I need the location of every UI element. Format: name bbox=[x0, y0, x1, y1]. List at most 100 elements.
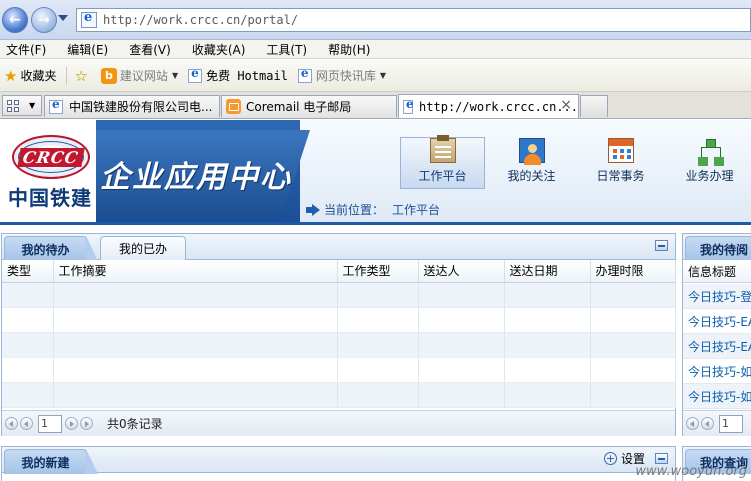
table-row bbox=[2, 282, 676, 308]
menu-view[interactable]: 查看(V) bbox=[129, 41, 171, 58]
web-slice-gallery-link[interactable]: 网页快讯库 ▼ bbox=[297, 66, 387, 84]
close-tab-icon[interactable]: × bbox=[560, 97, 572, 113]
ie-page-icon bbox=[81, 10, 97, 28]
menu-edit[interactable]: 编辑(E) bbox=[67, 41, 108, 58]
arrow-right-icon bbox=[306, 203, 320, 216]
tab-title: Coremail 电子邮局 bbox=[246, 100, 352, 114]
nav-label: 业务办理 bbox=[685, 169, 734, 183]
table-header-row: 类型 工作摘要 工作类型 送达人 送达日期 办理时限 bbox=[2, 260, 676, 283]
list-item[interactable]: 今日技巧-如 bbox=[683, 359, 751, 384]
add-circle-icon: + bbox=[604, 452, 617, 465]
tab-title: 中国铁建股份有限公司电... bbox=[69, 100, 213, 114]
column-header[interactable]: 工作摘要 bbox=[53, 260, 338, 283]
nav-label: 日常事务 bbox=[596, 169, 645, 183]
nav-daily-affairs[interactable]: 日常事务 bbox=[578, 137, 663, 189]
quick-tabs-grid-icon bbox=[7, 99, 19, 112]
history-dropdown-icon[interactable] bbox=[58, 15, 68, 21]
collapse-panel-icon[interactable] bbox=[655, 240, 668, 251]
menu-help[interactable]: 帮助(H) bbox=[328, 41, 370, 58]
my-new-panel-tabs: 我的新建 + 设置 bbox=[2, 447, 675, 474]
table-row bbox=[2, 307, 676, 333]
record-count: 共0条记录 bbox=[107, 417, 163, 431]
back-button[interactable]: ← bbox=[2, 7, 28, 33]
column-header[interactable]: 送达人 bbox=[418, 260, 505, 283]
menu-favorites[interactable]: 收藏夹(A) bbox=[192, 41, 246, 58]
address-input[interactable]: http://work.crcc.cn/portal/ bbox=[76, 8, 751, 32]
hotmail-link[interactable]: 免费 Hotmail bbox=[188, 66, 288, 84]
suggested-sites-link[interactable]: b 建议网站 ▼ bbox=[100, 67, 178, 84]
new-tab-button[interactable] bbox=[580, 95, 608, 117]
to-read-panel-tabs: 我的待阅 bbox=[683, 234, 751, 261]
web-slice-label: 网页快讯库 bbox=[315, 69, 376, 83]
focus-person-icon bbox=[518, 138, 545, 165]
first-page-icon[interactable] bbox=[686, 417, 699, 430]
column-header[interactable]: 送达日期 bbox=[504, 260, 591, 283]
tab-label: 我的待办 bbox=[21, 242, 70, 257]
ie-page-icon bbox=[403, 97, 414, 114]
nav-workbench[interactable]: 工作平台 bbox=[400, 135, 485, 189]
hotmail-label: 免费 Hotmail bbox=[206, 69, 288, 83]
address-text[interactable]: http://work.crcc.cn/portal/ bbox=[103, 13, 298, 27]
watermark: www.wooyun.org bbox=[635, 464, 747, 479]
tab-work-portal[interactable]: http://work.crcc.cn... × bbox=[398, 94, 579, 118]
to-read-panel: 我的待阅 信息标题 今日技巧-登 今日技巧-EA 今日技巧-EA 今日技巧-如 … bbox=[682, 233, 751, 436]
todo-panel: 我的待办 我的已办 类型 工作摘要 工作类型 送达人 送达日期 办理时限 1 共… bbox=[1, 233, 676, 436]
list-item[interactable]: 今日技巧-登 bbox=[683, 284, 751, 309]
tab-my-done[interactable]: 我的已办 bbox=[100, 236, 186, 260]
table-row bbox=[2, 357, 676, 383]
first-page-icon[interactable] bbox=[5, 417, 18, 430]
ie-page-icon bbox=[297, 66, 312, 83]
list-item[interactable]: 今日技巧-如 bbox=[683, 384, 751, 409]
column-header[interactable]: 办理时限 bbox=[590, 260, 676, 283]
ie-page-icon bbox=[49, 97, 63, 114]
page-number-input[interactable]: 1 bbox=[719, 414, 743, 433]
favorites-label: 收藏夹 bbox=[20, 69, 57, 83]
menu-file[interactable]: 文件(F) bbox=[6, 41, 46, 58]
prev-page-icon[interactable] bbox=[20, 417, 33, 430]
page-number-input[interactable]: 1 bbox=[38, 414, 62, 433]
site-title: 企业应用中心 bbox=[100, 160, 292, 195]
chevron-down-icon: ▼ bbox=[379, 71, 387, 80]
breadcrumb: 当前位置： 工作平台 bbox=[306, 201, 440, 218]
table-row bbox=[2, 382, 676, 408]
column-header[interactable]: 信息标题 bbox=[683, 260, 751, 283]
chevron-down-icon: ▼ bbox=[29, 101, 36, 110]
prev-page-icon[interactable] bbox=[701, 417, 714, 430]
forward-button[interactable]: → bbox=[31, 7, 57, 33]
logo-text: CRCC bbox=[17, 147, 85, 167]
app-header: CRCC 中国铁建 企业应用中心 工作平台 我的关注 日常事务 业务办理 当前位… bbox=[0, 120, 751, 223]
tab-my-new[interactable]: 我的新建 bbox=[4, 449, 98, 474]
header-divider bbox=[0, 222, 751, 225]
todo-pager: 1 共0条记录 bbox=[2, 410, 675, 436]
list-item[interactable]: 今日技巧-EA bbox=[683, 309, 751, 334]
favorites-button[interactable]: ★ 收藏夹 bbox=[4, 67, 56, 85]
next-page-icon[interactable] bbox=[65, 417, 78, 430]
quick-tabs-button[interactable]: ▼ bbox=[2, 95, 42, 116]
add-to-favorites-icon: ☆ bbox=[74, 66, 88, 85]
tab-coremail[interactable]: Coremail 电子邮局 bbox=[221, 95, 397, 117]
nav-my-focus[interactable]: 我的关注 bbox=[489, 137, 574, 189]
forward-arrow-icon: → bbox=[38, 12, 50, 28]
last-page-icon[interactable] bbox=[80, 417, 93, 430]
nav-business[interactable]: 业务办理 bbox=[667, 137, 751, 189]
menu-tools[interactable]: 工具(T) bbox=[266, 41, 307, 58]
add-favorites-button[interactable]: ☆ bbox=[74, 67, 90, 85]
favorites-star-icon: ★ bbox=[4, 66, 18, 85]
calendar-icon bbox=[607, 138, 634, 163]
tab-my-todo[interactable]: 我的待办 bbox=[4, 236, 98, 261]
tab-my-to-read[interactable]: 我的待阅 bbox=[685, 236, 751, 261]
to-read-list: 今日技巧-登 今日技巧-EA 今日技巧-EA 今日技巧-如 今日技巧-如 bbox=[683, 284, 751, 409]
org-chart-icon bbox=[697, 138, 723, 163]
tab-label: 我的新建 bbox=[21, 455, 70, 470]
bing-icon: b bbox=[100, 67, 117, 84]
collapse-panel-icon[interactable] bbox=[655, 453, 668, 464]
list-item[interactable]: 今日技巧-EA bbox=[683, 334, 751, 359]
column-header[interactable]: 工作类型 bbox=[337, 260, 419, 283]
breadcrumb-label: 当前位置： bbox=[324, 203, 385, 217]
breadcrumb-current[interactable]: 工作平台 bbox=[392, 201, 440, 218]
suggested-sites-label: 建议网站 bbox=[119, 69, 168, 83]
tab-label: 我的已办 bbox=[118, 242, 167, 256]
browser-tab-bar: ▼ 中国铁建股份有限公司电... Coremail 电子邮局 http://wo… bbox=[0, 92, 751, 119]
tab-crcc[interactable]: 中国铁建股份有限公司电... bbox=[44, 95, 220, 117]
column-header[interactable]: 类型 bbox=[2, 260, 54, 283]
